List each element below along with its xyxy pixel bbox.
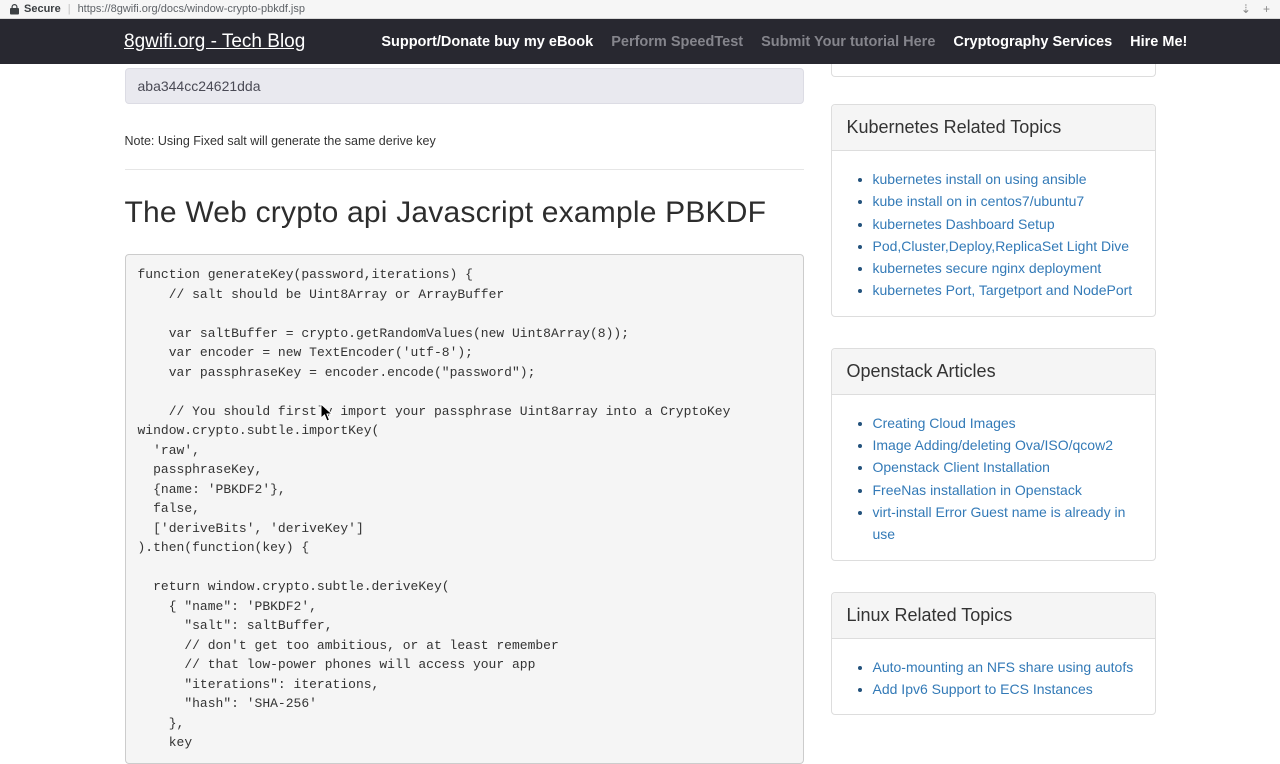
- sidebar-link[interactable]: Creating Cloud Images: [873, 415, 1016, 431]
- list-item: Pod,Cluster,Deploy,ReplicaSet Light Dive: [873, 235, 1140, 257]
- list-item: FreeNas installation in Openstack: [873, 479, 1140, 501]
- section-divider: [124, 169, 804, 170]
- javascript-code-block: function generateKey(password,iterations…: [124, 254, 804, 764]
- site-navbar: 8gwifi.org - Tech Blog Support/Donate bu…: [0, 19, 1280, 64]
- panel-heading: Openstack Articles: [831, 348, 1155, 395]
- sidebar-link[interactable]: FreeNas installation in Openstack: [873, 482, 1082, 498]
- sidebar: Kubernetes Related Topics kubernetes ins…: [830, 64, 1156, 764]
- sidebar-link[interactable]: kubernetes secure nginx deployment: [873, 260, 1102, 276]
- list-item: Creating Cloud Images: [873, 412, 1140, 434]
- derived-key-output-field[interactable]: aba344cc24621dda: [124, 68, 804, 104]
- list-item: virt-install Error Guest name is already…: [873, 501, 1140, 546]
- address-divider: |: [67, 3, 71, 15]
- panel-body: Creating Cloud Images Image Adding/delet…: [832, 395, 1155, 560]
- panel-title: Kubernetes Related Topics: [846, 117, 1062, 137]
- list-item: kubernetes Port, Targetport and NodePort: [873, 279, 1140, 301]
- list-item: kubernetes install on using ansible: [873, 168, 1140, 190]
- lock-icon: [10, 3, 19, 15]
- sidebar-link[interactable]: Openstack Client Installation: [873, 459, 1050, 475]
- panel-kubernetes-topics: Kubernetes Related Topics kubernetes ins…: [830, 104, 1156, 317]
- nav-item-support-donate[interactable]: Support/Donate buy my eBook: [381, 34, 593, 50]
- new-tab-icon[interactable]: +: [1263, 2, 1270, 16]
- sidebar-link[interactable]: Add Ipv6 Support to ECS Instances: [873, 681, 1093, 697]
- list-item: Openstack Client Installation: [873, 456, 1140, 478]
- sidebar-link[interactable]: virt-install Error Guest name is already…: [873, 504, 1126, 542]
- sidebar-link[interactable]: kubernetes Dashboard Setup: [873, 216, 1055, 232]
- panel-body: kubernetes install on using ansible kube…: [832, 151, 1155, 316]
- panel-heading: Linux Related Topics: [831, 592, 1155, 639]
- sidebar-link[interactable]: kube install on in centos7/ubuntu7: [873, 193, 1085, 209]
- panel-linux-topics: Linux Related Topics Auto-mounting an NF…: [830, 591, 1156, 716]
- url-text[interactable]: https://8gwifi.org/docs/window-crypto-pb…: [78, 3, 305, 15]
- sidebar-link[interactable]: kubernetes install on using ansible: [873, 171, 1087, 187]
- partial-panel-bottom: [830, 64, 1156, 77]
- list-item: kubernetes secure nginx deployment: [873, 257, 1140, 279]
- panel-openstack-articles: Openstack Articles Creating Cloud Images…: [830, 347, 1156, 561]
- main-navigation: Support/Donate buy my eBook Perform Spee…: [381, 34, 1187, 50]
- site-brand[interactable]: 8gwifi.org - Tech Blog: [124, 31, 305, 53]
- main-content: aba344cc24621dda Note: Using Fixed salt …: [124, 64, 804, 764]
- sidebar-link[interactable]: Auto-mounting an NFS share using autofs: [873, 659, 1134, 675]
- nav-item-speedtest[interactable]: Perform SpeedTest: [611, 34, 743, 50]
- security-label: Secure: [24, 3, 61, 15]
- fixed-salt-note: Note: Using Fixed salt will generate the…: [124, 134, 436, 148]
- list-item: Auto-mounting an NFS share using autofs: [873, 656, 1140, 678]
- list-item: Image Adding/deleting Ova/ISO/qcow2: [873, 434, 1140, 456]
- browser-address-bar[interactable]: Secure | https://8gwifi.org/docs/window-…: [0, 0, 1280, 19]
- page-title: The Web crypto api Javascript example PB…: [124, 196, 767, 229]
- sidebar-link[interactable]: kubernetes Port, Targetport and NodePort: [873, 282, 1133, 298]
- download-icon[interactable]: ⇣: [1241, 2, 1251, 16]
- list-item: kubernetes Dashboard Setup: [873, 213, 1140, 235]
- panel-title: Linux Related Topics: [846, 604, 1013, 625]
- list-item: kube install on in centos7/ubuntu7: [873, 190, 1140, 212]
- panel-heading: Kubernetes Related Topics: [831, 105, 1155, 151]
- nav-item-hire-me[interactable]: Hire Me!: [1130, 34, 1187, 50]
- sidebar-link[interactable]: Image Adding/deleting Ova/ISO/qcow2: [873, 437, 1113, 453]
- nav-item-submit-tutorial[interactable]: Submit Your tutorial Here: [761, 34, 935, 50]
- panel-body: Auto-mounting an NFS share using autofs …: [832, 639, 1155, 715]
- list-item: Add Ipv6 Support to ECS Instances: [873, 678, 1140, 700]
- sidebar-link[interactable]: Pod,Cluster,Deploy,ReplicaSet Light Dive: [873, 238, 1130, 254]
- panel-title: Openstack Articles: [846, 360, 996, 381]
- nav-item-cryptography-services[interactable]: Cryptography Services: [953, 34, 1112, 50]
